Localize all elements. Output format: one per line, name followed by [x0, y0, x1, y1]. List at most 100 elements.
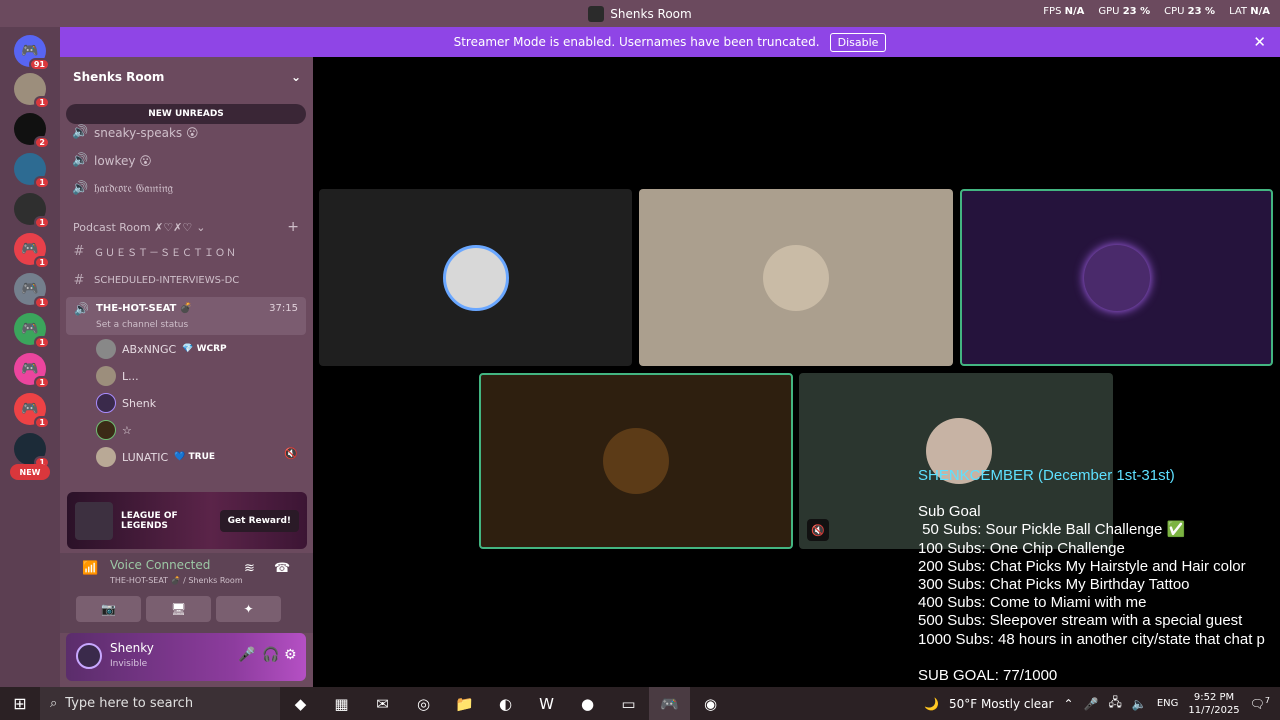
chevron-up-icon[interactable]: ⌃ [1063, 697, 1073, 711]
member-name: L... [122, 369, 139, 383]
voice-member[interactable]: LUNATIC 💙 TRUE 🔇 [96, 447, 298, 467]
call-timer: 37:15 [269, 303, 298, 314]
windows-start-icon[interactable]: ⊞ [0, 687, 40, 720]
server-list: 🎮 91 1 2 1 1 🎮 1 🎮 1 🎮 1 🎮 1 🎮 1 1 NEW [0, 27, 60, 687]
clock[interactable]: 9:52 PM 11/7/2025 [1188, 691, 1239, 717]
avatar [96, 339, 116, 359]
discord-server-icon[interactable]: 🎮 1 [14, 273, 50, 309]
participant-tile-speaking[interactable] [960, 189, 1273, 366]
server-icon[interactable]: 1 [14, 153, 50, 189]
mention-badge: 1 [34, 216, 50, 229]
activities-button[interactable]: ✦ [216, 596, 281, 622]
deafened-icon: 🔇 [284, 447, 298, 460]
voice-status[interactable]: Voice Connected [110, 558, 210, 572]
member-name: LUNATIC [122, 450, 169, 464]
volume-icon[interactable]: 🔈 [1132, 697, 1147, 711]
voice-location[interactable]: THE-HOT-SEAT 💣 / Shenks Room [110, 576, 243, 585]
avatar[interactable] [76, 643, 102, 669]
copilot-icon[interactable]: ◆ [280, 687, 321, 720]
cpu-stat: CPU 23 % [1164, 6, 1216, 17]
voice-channel[interactable]: 🔊 lowkey 😮 [72, 153, 152, 168]
mention-badge: 1 [34, 416, 50, 429]
participant-tile[interactable] [319, 189, 632, 366]
store-icon[interactable]: ▦ [321, 687, 362, 720]
window-icon[interactable]: ▭ [608, 687, 649, 720]
text-channel[interactable]: # ＧＵＥＳＴ－ＳＥＣＴＩＯＮ [72, 244, 237, 259]
streamer-mode-banner: Streamer Mode is enabled. Usernames have… [60, 27, 1280, 57]
microphone-icon[interactable]: 🎤 [1084, 697, 1099, 711]
goal-line: 400 Subs: Come to Miami with me [918, 594, 1147, 612]
discord-taskbar-icon[interactable]: 🎮 [649, 687, 690, 720]
weather-icon: 🌙 [924, 696, 939, 711]
member-name: ABxNNGC [122, 342, 177, 356]
search-icon: ⌕ [50, 696, 58, 711]
server-icon[interactable]: 1 [14, 433, 50, 469]
discord-home-icon[interactable]: 🎮 91 [14, 35, 50, 71]
server-icon[interactable]: 1 [14, 73, 50, 109]
noise-suppression-icon[interactable]: ≋ [244, 561, 255, 576]
participant-tile-speaking[interactable] [479, 373, 793, 549]
camera-off-button[interactable]: 📷 [76, 596, 141, 622]
mention-badge: 91 [28, 58, 50, 71]
username[interactable]: Shenky [110, 641, 154, 655]
wps-icon[interactable]: W [526, 687, 567, 720]
spotify-icon[interactable]: ● [567, 687, 608, 720]
speaker-icon: 🔊 [72, 181, 89, 196]
gear-icon[interactable]: ⚙ [284, 647, 297, 663]
edge-icon[interactable]: ◐ [485, 687, 526, 720]
league-promo-card: LEAGUE OF LEGENDS Get Reward! [67, 492, 307, 549]
channel-category[interactable]: Podcast Room ✗♡✗♡ ⌄ [73, 221, 205, 234]
voice-connection-panel: 📶 Voice Connected THE-HOT-SEAT 💣 / Shenk… [60, 553, 313, 633]
channel-status-link[interactable]: Set a channel status [96, 320, 188, 330]
avatar [96, 420, 116, 440]
user-status: Invisible [110, 659, 148, 669]
user-panel: Shenky Invisible 🎤 🎧 ⚙ [66, 633, 306, 681]
search-placeholder: Type here to search [65, 696, 194, 711]
gpu-stat: GPU 23 % [1098, 6, 1151, 17]
discord-server-icon[interactable]: 🎮 1 [14, 313, 50, 349]
server-header[interactable]: Shenks Room ⌄ [60, 57, 313, 97]
microphone-icon[interactable]: 🎤 [238, 647, 255, 663]
new-servers-pill[interactable]: NEW [10, 464, 50, 480]
mention-badge: 1 [34, 96, 50, 109]
voice-member[interactable]: Shenk [96, 393, 156, 413]
mention-badge: 1 [34, 336, 50, 349]
overlay-title: SHENKCEMBER (December 1st-31st) [918, 467, 1175, 484]
voice-member[interactable]: L... [96, 366, 139, 386]
channel-name: lowkey 😮 [94, 153, 152, 168]
server-icon[interactable]: 1 [14, 193, 50, 229]
window-title: Shenks Room [588, 5, 692, 22]
disable-streamer-mode-button[interactable]: Disable [829, 32, 887, 52]
screen-share-button[interactable]: 🖥 [146, 596, 211, 622]
member-name: Shenk [122, 396, 157, 410]
discord-server-icon[interactable]: 🎮 1 [14, 233, 50, 269]
headphones-icon[interactable]: 🎧 [262, 647, 279, 663]
steam-icon[interactable]: ◎ [403, 687, 444, 720]
add-channel-icon[interactable]: + [287, 219, 299, 235]
voice-channel[interactable]: 🔊 𝔥𝔞𝔯𝔡𝔠𝔬𝔯𝔢 𝔊𝔞𝔪𝔦𝔫𝔤 [72, 181, 173, 196]
close-icon[interactable]: ✕ [1253, 33, 1266, 51]
language-indicator[interactable]: ENG [1157, 698, 1179, 709]
channel-name: sneaky-speaks 😮 [94, 125, 199, 140]
obs-icon[interactable]: ◉ [690, 687, 731, 720]
server-icon[interactable]: 2 [14, 113, 50, 149]
network-icon[interactable]: 🖧 [1108, 693, 1121, 714]
discord-server-icon[interactable]: 🎮 1 [14, 353, 50, 389]
new-unreads-pill[interactable]: NEW UNREADS [66, 104, 306, 124]
text-channel[interactable]: # SCHEDULED-INTERVIEWS-DC [72, 273, 240, 288]
active-voice-channel[interactable]: 🔊 THE-HOT-SEAT 💣 37:15 Set a channel sta… [66, 297, 306, 335]
notification-icon[interactable]: 🗨7 [1250, 696, 1270, 711]
goal-line: 500 Subs: Sleepover stream with a specia… [918, 612, 1243, 630]
disconnect-icon[interactable]: ☎ [274, 561, 290, 576]
category-name: Podcast Room ✗♡✗♡ [73, 221, 193, 234]
get-reward-button[interactable]: Get Reward! [219, 509, 299, 532]
voice-member[interactable]: ☆ [96, 420, 132, 440]
outlook-icon[interactable]: ✉ [362, 687, 403, 720]
voice-channel[interactable]: 🔊 sneaky-speaks 😮 [72, 125, 198, 140]
file-explorer-icon[interactable]: 📁 [444, 687, 485, 720]
discord-server-icon[interactable]: 🎮 1 [14, 393, 50, 429]
participant-tile[interactable] [639, 189, 953, 366]
taskbar-search[interactable]: ⌕ Type here to search [40, 687, 280, 720]
voice-member[interactable]: ABxNNGC 💎 WCRP [96, 339, 227, 359]
weather-text[interactable]: 50°F Mostly clear [949, 697, 1054, 711]
